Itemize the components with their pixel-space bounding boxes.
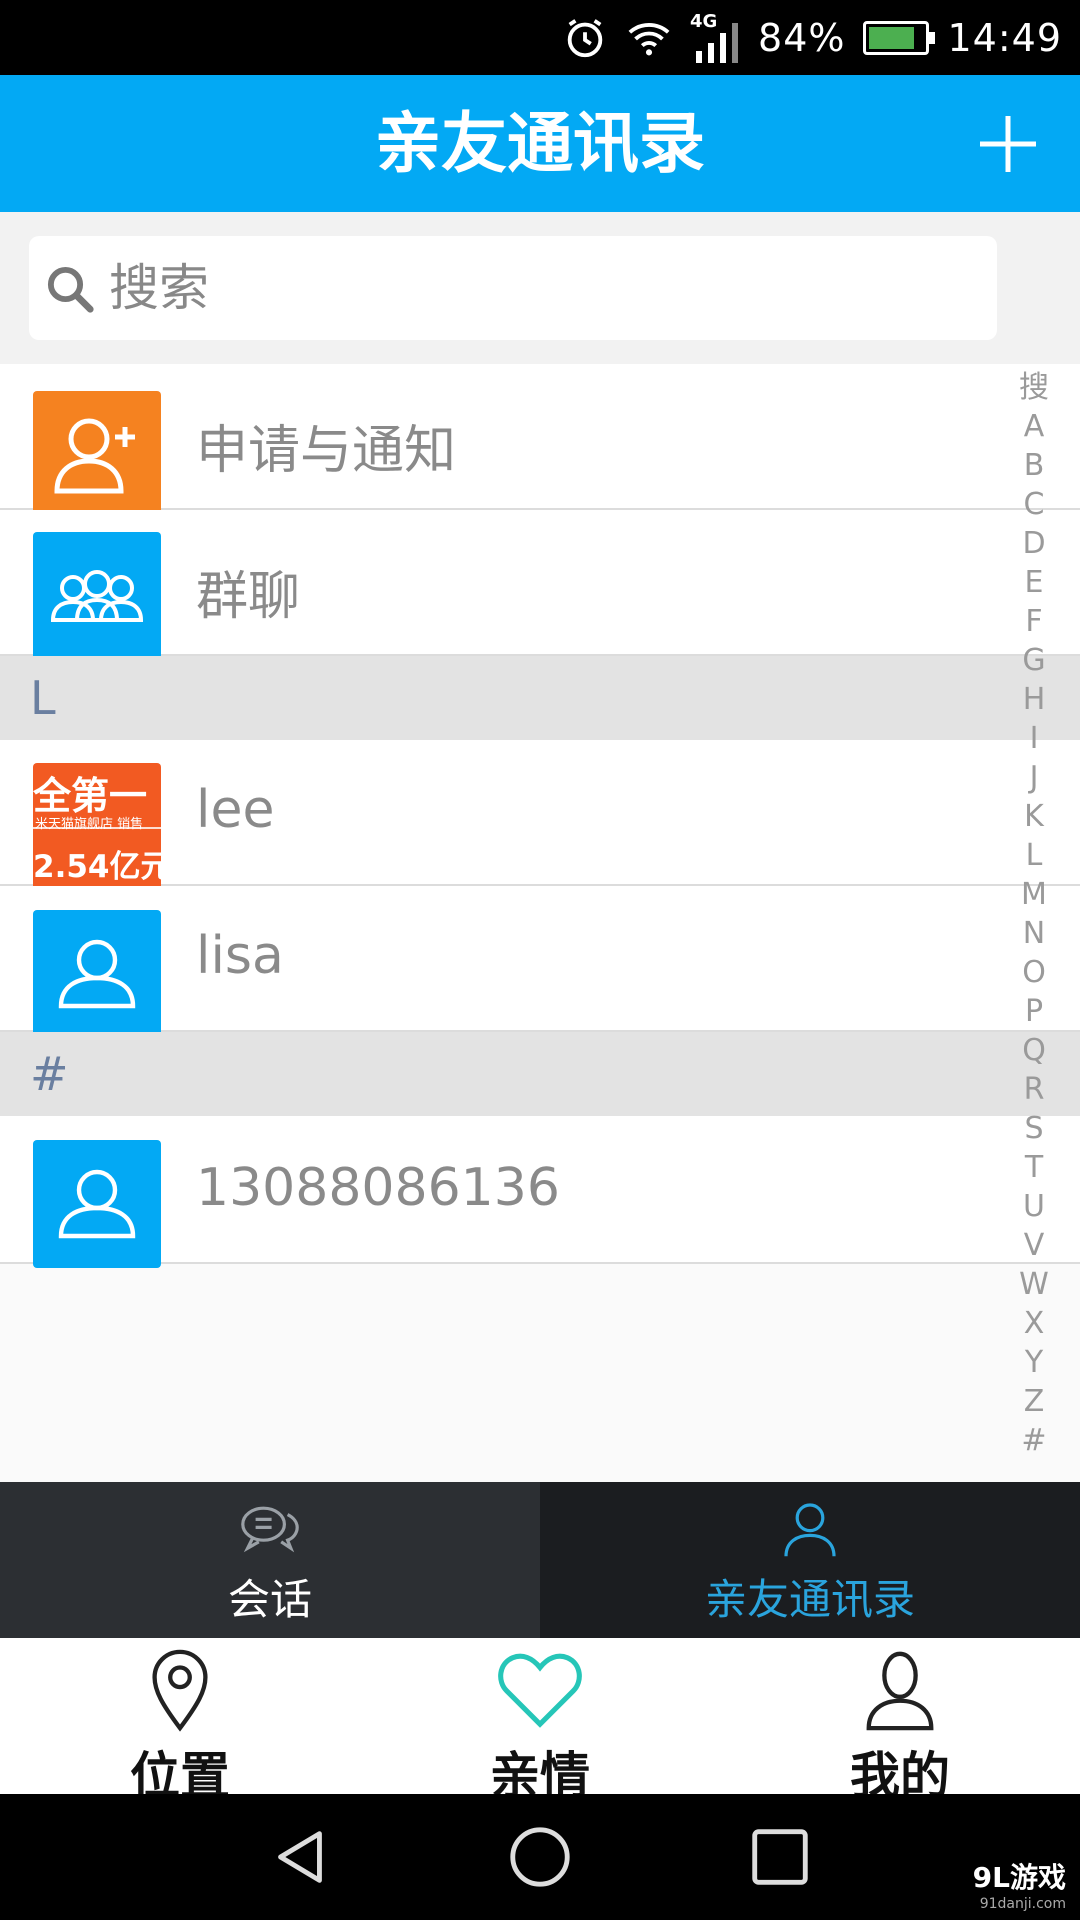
heart-icon [498, 1653, 582, 1728]
search-box[interactable] [29, 236, 997, 340]
list-item-label: 群聊 [196, 567, 301, 627]
add-user-icon [33, 391, 161, 519]
home-icon[interactable] [505, 1822, 575, 1892]
section-header-l: L [0, 656, 1080, 740]
az-index-item[interactable]: W [1019, 1265, 1049, 1304]
az-index-item[interactable]: # [1021, 1421, 1046, 1460]
avatar-photo-text: 全第一 [33, 774, 148, 818]
list-item-requests[interactable]: 申请与通知 [0, 364, 1080, 519]
az-index-item[interactable]: B [1024, 446, 1045, 485]
az-index-item[interactable]: V [1024, 1226, 1045, 1265]
section-letter: # [30, 1047, 69, 1101]
nav-item-me[interactable]: 我的 [800, 1638, 1000, 1805]
az-index-item[interactable]: E [1025, 563, 1044, 602]
tab-label: 亲友通讯录 [704, 1575, 915, 1624]
nav-item-family[interactable]: 亲情 [440, 1638, 640, 1805]
contact-name: lisa [196, 926, 284, 986]
section-header-hash: # [0, 1032, 1080, 1116]
chat-icon [241, 1506, 299, 1553]
list-item-group-chat[interactable]: 群聊 [0, 510, 1080, 660]
az-index-item[interactable]: U [1023, 1187, 1045, 1226]
az-index-item[interactable]: D [1022, 524, 1045, 563]
az-index-item[interactable]: A [1024, 407, 1045, 446]
watermark: 9L游戏 91danji.com [973, 1856, 1066, 1912]
search-input[interactable] [109, 236, 969, 340]
alarm-icon [567, 18, 603, 57]
az-index-item[interactable]: G [1022, 641, 1045, 680]
group-icon [33, 532, 161, 660]
location-pin-icon [152, 1649, 208, 1732]
az-index-item[interactable]: Q [1022, 1031, 1046, 1070]
az-index-item[interactable]: R [1024, 1070, 1045, 1109]
back-icon[interactable] [265, 1822, 335, 1892]
tab-contacts[interactable]: 亲友通讯录 [540, 1482, 1080, 1638]
section-letter: L [30, 671, 56, 725]
az-index-item[interactable]: T [1025, 1148, 1043, 1187]
default-user-icon [33, 1140, 161, 1268]
recents-icon[interactable] [745, 1822, 815, 1892]
avatar: 全第一 米天猫旗舰店 销售 2.54亿元 [33, 763, 161, 891]
add-icon[interactable] [976, 112, 1040, 176]
az-index-item[interactable]: P [1025, 992, 1043, 1031]
contact-list[interactable]: 申请与通知 群聊 L 全第一 米天猫旗舰店 销售 2.54亿元 lee lisa… [0, 364, 1080, 1482]
system-nav-bar: 9L游戏 91danji.com [0, 1794, 1080, 1920]
contact-name: 13088086136 [196, 1158, 560, 1218]
az-index-item[interactable]: Z [1024, 1382, 1045, 1421]
az-index-item[interactable]: H [1023, 680, 1046, 719]
contact-row-lee[interactable]: 全第一 米天猫旗舰店 销售 2.54亿元 lee [0, 740, 1080, 891]
battery-icon [863, 20, 936, 55]
contact-row-lisa[interactable]: lisa [0, 886, 1080, 1038]
contact-row-phone[interactable]: 13088086136 [0, 1116, 1080, 1268]
list-item-label: 申请与通知 [196, 421, 457, 481]
battery-percent: 84% [758, 15, 846, 60]
contact-icon [784, 1503, 836, 1557]
status-bar: 4G 84% 14:49 [0, 0, 1080, 75]
search-icon [47, 266, 94, 313]
watermark-logo: 9L游戏 [972, 1861, 1066, 1894]
default-user-icon [33, 910, 161, 1038]
az-index-item[interactable]: K [1024, 797, 1044, 836]
cell-signal-icon: 4G [690, 11, 740, 63]
az-index-item[interactable]: N [1023, 914, 1045, 953]
bottom-nav: 位置 亲情 我的 [0, 1638, 1080, 1805]
az-index[interactable]: 搜 A B C D E F G H I J K L M N O P Q R S T U V W X Y Z # [1010, 368, 1058, 1460]
tab-conversations[interactable]: 会话 [0, 1482, 540, 1638]
tab-label: 会话 [227, 1575, 312, 1624]
contact-name: lee [196, 780, 275, 840]
inner-tab-bar: 会话 亲友通讯录 [0, 1482, 1080, 1638]
avatar-photo-figure: 2.54亿元 [33, 849, 161, 885]
az-index-item[interactable]: X [1024, 1304, 1045, 1343]
az-index-item[interactable]: S [1024, 1109, 1043, 1148]
page-title: 亲友通讯录 [375, 105, 705, 182]
az-index-item[interactable]: O [1022, 953, 1046, 992]
profile-icon [866, 1651, 934, 1731]
clock: 14:49 [947, 15, 1062, 60]
nav-item-location[interactable]: 位置 [80, 1638, 280, 1805]
az-index-item[interactable]: F [1025, 602, 1042, 641]
search-area [0, 212, 1080, 364]
wifi-icon [628, 22, 670, 55]
az-index-item[interactable]: Y [1025, 1343, 1043, 1382]
az-index-item[interactable]: M [1021, 875, 1047, 914]
watermark-url: 91danji.com [979, 1896, 1066, 1912]
az-index-item[interactable]: J [1030, 758, 1039, 797]
title-bar: 亲友通讯录 [0, 75, 1080, 212]
az-index-item[interactable]: C [1024, 485, 1045, 524]
avatar-photo-caption: 米天猫旗舰店 销售 [35, 817, 144, 832]
az-index-item[interactable]: L [1026, 836, 1043, 875]
az-index-item[interactable]: I [1030, 719, 1039, 758]
az-index-item[interactable]: 搜 [1019, 368, 1049, 407]
